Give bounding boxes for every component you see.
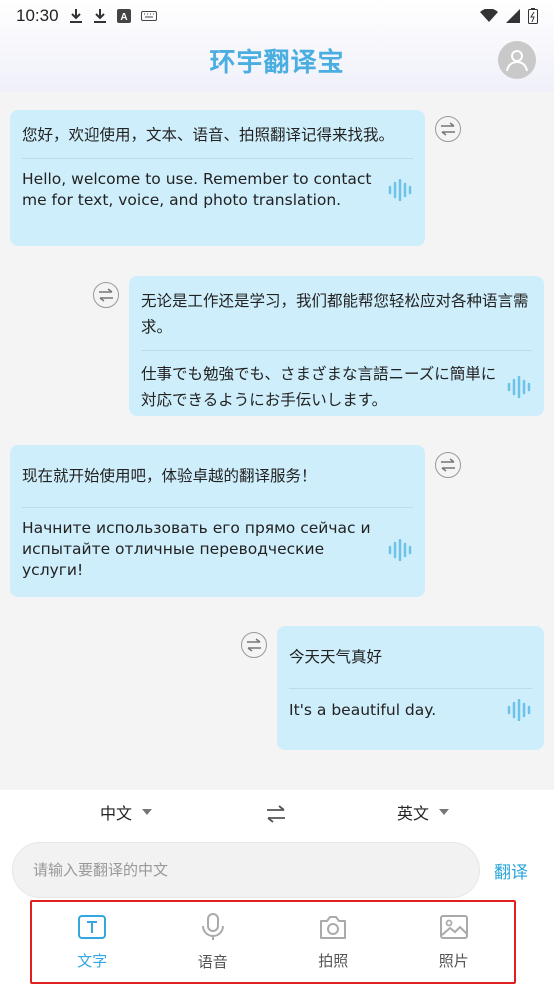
swap-icon[interactable] (241, 632, 267, 658)
source-language-label: 中文 (100, 804, 133, 823)
swap-icon[interactable] (435, 116, 461, 142)
image-icon (439, 914, 469, 944)
download-icon (69, 8, 83, 24)
swap-icon[interactable] (435, 452, 461, 478)
translate-input-container (12, 842, 480, 898)
battery-icon (528, 8, 538, 24)
speaker-icon[interactable] (383, 179, 413, 201)
language-selector-row: 中文 英文 (0, 800, 554, 832)
translated-text: Hello, welcome to use. Remember to conta… (22, 170, 372, 209)
tab-voice[interactable]: 语音 (153, 902, 274, 982)
tab-text[interactable]: 文字 (32, 902, 153, 982)
chevron-down-icon (142, 809, 153, 815)
translated-text: It's a beautiful day. (289, 700, 437, 719)
chevron-down-icon (439, 809, 450, 815)
target-language-dropdown[interactable]: 英文 (397, 800, 450, 824)
tab-photo[interactable]: 照片 (394, 902, 515, 982)
tab-camera[interactable]: 拍照 (273, 902, 394, 982)
translated-text: 仕事でも勉強でも、さまざまな言語ニーズに簡単に対応できるようにお手伝いします。 (141, 365, 497, 409)
message-bubble: 今天天气真好 It's a beautiful day. (277, 626, 544, 750)
speaker-icon[interactable] (502, 376, 532, 398)
tab-label: 照片 (438, 951, 469, 970)
source-text: 今天天气真好 (289, 638, 532, 689)
swap-languages-icon[interactable] (265, 804, 287, 828)
source-text: 现在就开始使用吧，体验卓越的翻译服务！ (22, 457, 413, 508)
chat-area[interactable]: 您好，欢迎使用，文本、语音、拍照翻译记得来找我。 Hello, welcome … (0, 92, 554, 790)
status-time: 10:30 (16, 6, 59, 25)
translate-input[interactable] (33, 861, 479, 879)
message-bubble: 您好，欢迎使用，文本、语音、拍照翻译记得来找我。 Hello, welcome … (10, 110, 425, 246)
bottom-panel: 中文 英文 翻译 文字 语音 (0, 790, 554, 984)
keyboard-icon (140, 10, 157, 22)
source-text: 您好，欢迎使用，文本、语音、拍照翻译记得来找我。 (22, 122, 413, 159)
speaker-icon[interactable] (383, 538, 413, 561)
wifi-icon (480, 9, 498, 23)
source-language-dropdown[interactable]: 中文 (100, 800, 153, 824)
mode-tab-bar: 文字 语音 拍照 照片 (30, 900, 516, 984)
translated-text: Начните использовать его прямо сейчас и … (22, 519, 371, 579)
microphone-icon (198, 912, 228, 945)
text-icon (77, 914, 107, 944)
status-bar: 10:30 A (0, 0, 554, 32)
signal-icon (506, 9, 520, 23)
user-avatar-icon[interactable] (498, 41, 536, 79)
source-text: 无论是工作还是学习，我们都能帮您轻松应对各种语言需求。 (141, 288, 532, 351)
app-title: 环宇翻译宝 (209, 48, 345, 78)
target-language-label: 英文 (397, 804, 430, 823)
speaker-icon[interactable] (502, 699, 532, 721)
download-icon (93, 8, 107, 24)
message-bubble: 现在就开始使用吧，体验卓越的翻译服务！ Начните использовать… (10, 445, 425, 597)
font-icon: A (116, 9, 131, 23)
svg-text:A: A (120, 12, 127, 23)
message-bubble: 无论是工作还是学习，我们都能帮您轻松应对各种语言需求。 仕事でも勉強でも、さまざ… (129, 276, 544, 416)
swap-icon[interactable] (93, 282, 119, 308)
tab-label: 语音 (197, 952, 228, 971)
tab-label: 文字 (77, 951, 108, 970)
camera-icon (318, 914, 348, 944)
translate-button[interactable]: 翻译 (494, 858, 528, 883)
tab-label: 拍照 (318, 951, 349, 970)
